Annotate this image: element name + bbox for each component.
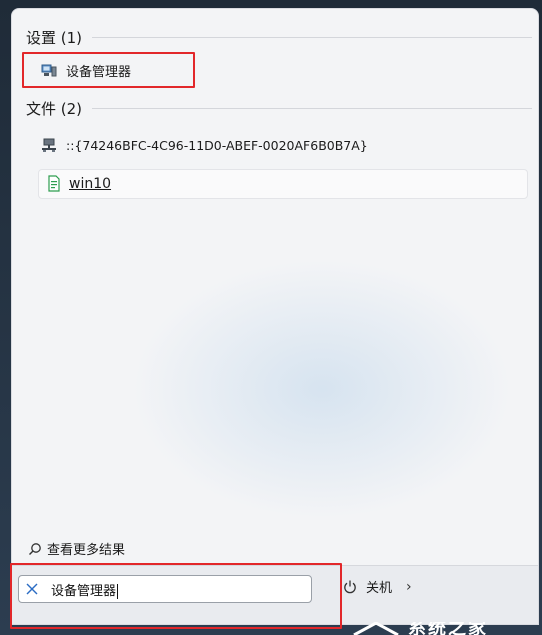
search-icon [28, 542, 42, 556]
highlight-box-search [10, 563, 342, 629]
search-results-panel: 设置 (1) 设备管理器 文件 (2) ::{74246BFC-4C96-11D… [11, 8, 539, 625]
more-results-link[interactable]: 查看更多结果 [28, 539, 125, 558]
watermark-text: 系统之家 [408, 622, 488, 635]
chevron-right-icon: › [406, 578, 412, 595]
panel-glow [132, 259, 512, 519]
network-drive-icon [40, 136, 58, 154]
result-label: win10 [69, 176, 112, 192]
highlight-box-result [22, 52, 195, 88]
result-label: ::{74246BFC-4C96-11D0-ABEF-0020AF6B0B7A} [66, 137, 368, 153]
watermark: 系统之家 [346, 622, 542, 635]
more-results-label: 查看更多结果 [47, 543, 126, 558]
section-divider [92, 108, 532, 109]
power-icon [342, 579, 358, 595]
settings-section-title: 设置 (1) [26, 29, 83, 47]
document-icon [45, 175, 63, 193]
section-divider [92, 37, 532, 38]
files-section-header: 文件 (2) [26, 98, 532, 119]
result-network-location[interactable]: ::{74246BFC-4C96-11D0-ABEF-0020AF6B0B7A} [40, 131, 368, 159]
result-win10[interactable]: win10 [38, 169, 528, 199]
power-label: 关机 [366, 581, 393, 596]
settings-section-header: 设置 (1) [26, 27, 532, 48]
power-button[interactable]: 关机 › [342, 577, 412, 596]
files-section-title: 文件 (2) [26, 100, 83, 118]
